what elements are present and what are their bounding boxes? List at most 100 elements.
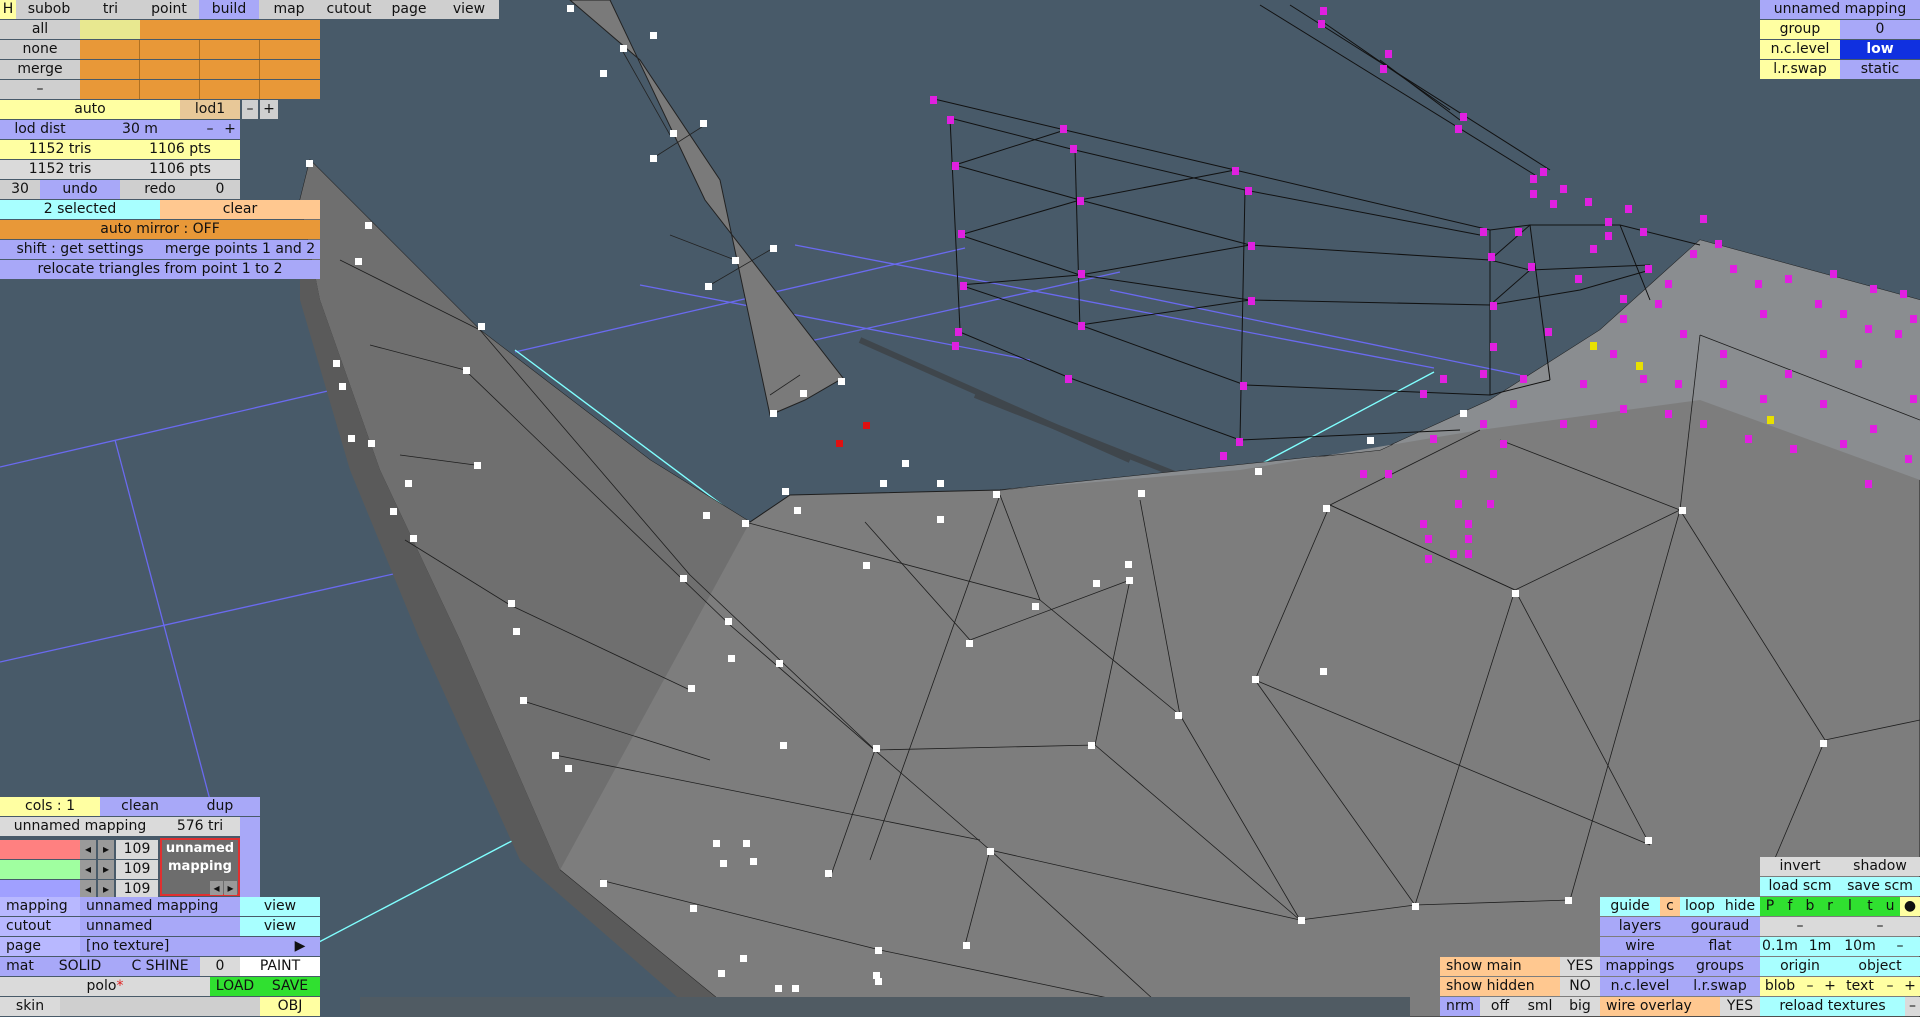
dash-button[interactable]: – bbox=[1840, 917, 1920, 936]
mat-value[interactable]: 0 bbox=[200, 957, 240, 976]
blob-button[interactable]: blob bbox=[1760, 977, 1800, 996]
grid-01m-button[interactable]: 0.1m bbox=[1760, 937, 1800, 956]
arrow-left-icon[interactable]: ◂ bbox=[80, 860, 96, 879]
get-settings-button[interactable]: shift : get settings bbox=[0, 240, 160, 259]
red-value[interactable]: 109 bbox=[116, 840, 158, 859]
show-hidden-toggle[interactable]: NO bbox=[1560, 977, 1600, 996]
cutout-view-button[interactable]: view bbox=[240, 917, 320, 936]
green-slider[interactable] bbox=[0, 860, 80, 879]
normals-big-button[interactable]: big bbox=[1560, 997, 1600, 1016]
lr-swap-value[interactable]: static bbox=[1840, 60, 1920, 79]
merge-button[interactable]: merge bbox=[0, 60, 80, 79]
text-button[interactable]: text bbox=[1840, 977, 1880, 996]
tab-tri[interactable]: tri bbox=[82, 0, 139, 19]
lr-swap-button[interactable]: l.r.swap bbox=[1680, 977, 1760, 996]
nc-level-button[interactable]: n.c.level bbox=[1600, 977, 1680, 996]
reload-textures-button[interactable]: reload textures bbox=[1760, 997, 1905, 1016]
axis-f-button[interactable]: f bbox=[1780, 897, 1800, 916]
mapping-view-button[interactable]: view bbox=[240, 897, 320, 916]
flat-toggle[interactable]: flat bbox=[1680, 937, 1760, 956]
color-swatch-row[interactable] bbox=[80, 80, 320, 99]
tab-build[interactable]: build bbox=[199, 0, 259, 19]
color-swatch[interactable] bbox=[80, 20, 140, 39]
text-plus-button[interactable]: + bbox=[1900, 977, 1920, 996]
arrow-right-icon[interactable]: ▸ bbox=[98, 860, 114, 879]
color-swatch-row[interactable] bbox=[80, 60, 320, 79]
gouraud-toggle[interactable]: gouraud bbox=[1680, 917, 1760, 936]
invert-button[interactable]: invert bbox=[1760, 857, 1840, 876]
axis-l-button[interactable]: l bbox=[1840, 897, 1860, 916]
auto-mirror-toggle[interactable]: auto mirror : OFF bbox=[0, 220, 320, 239]
normals-sml-button[interactable]: sml bbox=[1520, 997, 1560, 1016]
color-swatch[interactable] bbox=[200, 20, 260, 39]
mapping-title[interactable]: unnamed mapping bbox=[1760, 0, 1920, 19]
clean-button[interactable]: clean bbox=[100, 797, 180, 816]
origin-button[interactable]: origin bbox=[1760, 957, 1840, 976]
lod-level[interactable]: lod1 bbox=[180, 100, 240, 119]
layers-button[interactable]: layers bbox=[1600, 917, 1680, 936]
c-toggle[interactable]: c bbox=[1660, 897, 1680, 916]
page-select[interactable]: [no texture] bbox=[80, 937, 280, 956]
dash-button[interactable]: – bbox=[0, 80, 80, 99]
tab-cutout[interactable]: cutout bbox=[319, 0, 379, 19]
axis-b-button[interactable]: b bbox=[1800, 897, 1820, 916]
guide-toggle[interactable]: guide bbox=[1600, 897, 1660, 916]
arrow-left-icon[interactable]: ◂ bbox=[80, 840, 96, 859]
normals-off-button[interactable]: off bbox=[1480, 997, 1520, 1016]
text-minus-button[interactable]: – bbox=[1880, 977, 1900, 996]
h-button[interactable]: H bbox=[0, 0, 16, 19]
cshine-toggle[interactable]: C SHINE bbox=[120, 957, 200, 976]
select-all-button[interactable]: all bbox=[0, 20, 80, 39]
cutout-select[interactable]: unnamed bbox=[80, 917, 240, 936]
dot-icon[interactable]: ● bbox=[1900, 897, 1920, 916]
object-button[interactable]: object bbox=[1840, 957, 1920, 976]
paint-toggle[interactable]: PAINT bbox=[240, 957, 320, 976]
lod-plus-button[interactable]: + bbox=[260, 100, 278, 119]
tab-subob[interactable]: subob bbox=[16, 0, 82, 19]
grid-1m-button[interactable]: 1m bbox=[1800, 937, 1840, 956]
hide-toggle[interactable]: hide bbox=[1720, 897, 1760, 916]
blob-minus-button[interactable]: – bbox=[1800, 977, 1820, 996]
axis-p-button[interactable]: P bbox=[1760, 897, 1780, 916]
group-value[interactable]: 0 bbox=[1840, 20, 1920, 39]
play-icon[interactable]: ▶ bbox=[280, 937, 320, 956]
wire-overlay-toggle[interactable]: YES bbox=[1720, 997, 1760, 1016]
lod-dist-value[interactable]: 30 m bbox=[80, 120, 200, 139]
mapping-select[interactable]: unnamed mapping bbox=[80, 897, 240, 916]
color-swatch[interactable] bbox=[140, 20, 200, 39]
tab-view[interactable]: view bbox=[439, 0, 499, 19]
lod-dist-plus[interactable]: + bbox=[220, 120, 240, 139]
tab-map[interactable]: map bbox=[259, 0, 319, 19]
skin-field[interactable] bbox=[60, 997, 260, 1016]
skin-button[interactable]: skin bbox=[0, 997, 60, 1016]
grid-10m-button[interactable]: 10m bbox=[1840, 937, 1880, 956]
dash-button[interactable]: – bbox=[1760, 917, 1840, 936]
red-slider[interactable] bbox=[0, 840, 80, 859]
load-scm-button[interactable]: load scm bbox=[1760, 877, 1840, 896]
grid-minus-button[interactable]: – bbox=[1880, 937, 1920, 956]
lod-minus-button[interactable]: – bbox=[242, 100, 258, 119]
axis-r-button[interactable]: r bbox=[1820, 897, 1840, 916]
relocate-triangles-button[interactable]: relocate triangles from point 1 to 2 bbox=[0, 260, 320, 279]
blob-plus-button[interactable]: + bbox=[1820, 977, 1840, 996]
lod-dist-minus[interactable]: – bbox=[200, 120, 220, 139]
tab-point[interactable]: point bbox=[139, 0, 199, 19]
lod-auto-button[interactable]: auto bbox=[0, 100, 180, 119]
clear-button[interactable]: clear bbox=[160, 200, 320, 219]
object-name[interactable]: polo * bbox=[0, 977, 210, 996]
undo-button[interactable]: undo bbox=[40, 180, 120, 199]
color-swatch[interactable] bbox=[260, 20, 320, 39]
axis-t-button[interactable]: t bbox=[1860, 897, 1880, 916]
color-swatch-row[interactable] bbox=[80, 40, 320, 59]
arrow-right-icon[interactable]: ▸ bbox=[98, 840, 114, 859]
mapping-name[interactable]: unnamed mapping bbox=[0, 817, 160, 836]
arrow-left-icon[interactable]: ◂ bbox=[210, 881, 223, 895]
dup-button[interactable]: dup bbox=[180, 797, 260, 816]
save-scm-button[interactable]: save scm bbox=[1840, 877, 1920, 896]
groups-button[interactable]: groups bbox=[1680, 957, 1760, 976]
shadow-button[interactable]: shadow bbox=[1840, 857, 1920, 876]
save-button[interactable]: SAVE bbox=[260, 977, 320, 996]
merge-points-button[interactable]: merge points 1 and 2 bbox=[160, 240, 320, 259]
nc-level-value[interactable]: low bbox=[1840, 40, 1920, 59]
reload-minus-button[interactable]: – bbox=[1905, 997, 1920, 1016]
